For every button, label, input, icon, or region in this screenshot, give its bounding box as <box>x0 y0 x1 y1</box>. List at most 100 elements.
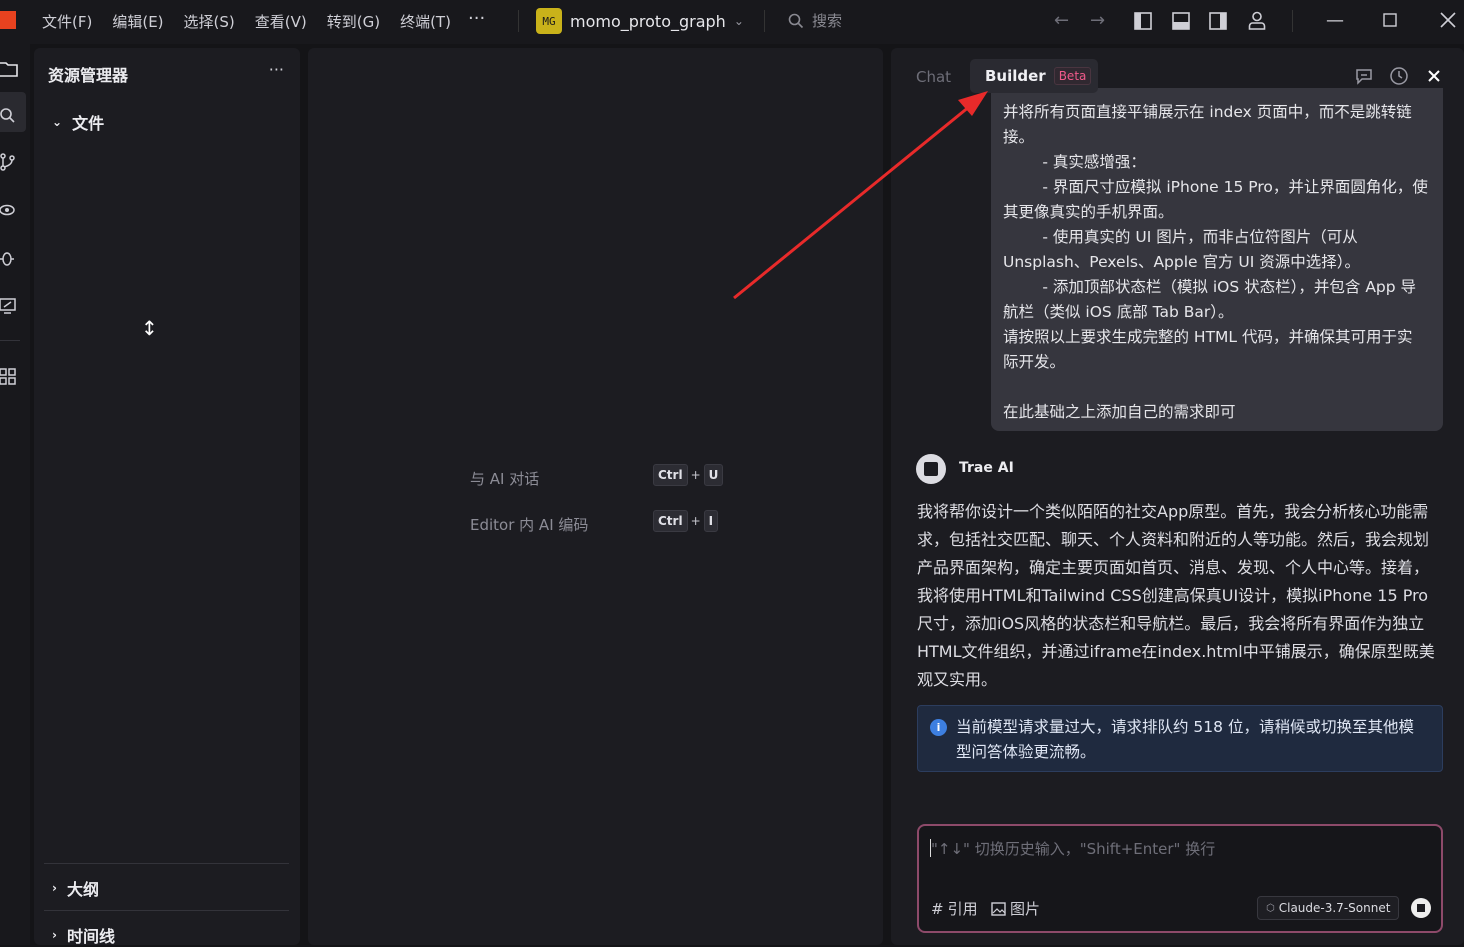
message-line: 航栏（类似 iOS 底部 Tab Bar）。 <box>1003 303 1234 321</box>
explorer-panel: 资源管理器 ··· ⌄ 文件 › 大纲 › 时间线 <box>34 48 300 947</box>
image-label: 图片 <box>1010 900 1041 918</box>
new-chat-icon[interactable] <box>1354 66 1374 86</box>
ai-message-text: 我将帮你设计一个类似陌陌的社交App原型。首先，我会分析核心功能需 求，包括社交匹… <box>917 498 1442 694</box>
notice-line: 型问答体验更流畅。 <box>956 743 1096 761</box>
outline-section-header[interactable]: › 大纲 <box>52 876 99 900</box>
message-line: 我将帮你设计一个类似陌陌的社交App原型。首先，我会分析核心功能需 <box>917 502 1429 521</box>
cite-label: 引用 <box>947 900 978 918</box>
timeline-section-header[interactable]: › 时间线 <box>52 923 115 947</box>
chevron-down-icon: ⌄ <box>52 115 63 129</box>
message-line: - 使用真实的 UI 图片，而非占位符图片（可从 <box>1003 228 1358 246</box>
message-line: 并将所有页面直接平铺展示在 index 页面中，而不是跳转链 <box>1003 103 1412 121</box>
user-message-bubble: 并将所有页面直接平铺展示在 index 页面中，而不是跳转链 接。 - 真实感增强… <box>991 88 1443 431</box>
tab-builder[interactable]: Builder Beta <box>970 59 1098 93</box>
menu-terminal[interactable]: 终端(T) <box>400 11 451 32</box>
message-line <box>1003 375 1431 400</box>
search-icon[interactable] <box>0 106 18 126</box>
close-panel-icon[interactable] <box>1428 70 1440 82</box>
project-switcher[interactable]: MG momo_proto_graph ⌄ <box>536 8 744 34</box>
outline-section-label: 大纲 <box>66 880 99 899</box>
menu-more-icon[interactable]: ··· <box>468 8 485 29</box>
section-divider <box>44 910 289 911</box>
key-ctrl: Ctrl <box>653 510 688 532</box>
forward-arrow-icon[interactable]: → <box>1090 10 1105 31</box>
chat-input-box[interactable]: "↑↓" 切换历史输入，"Shift+Enter" 换行 # 引用 图片 ⬡ C… <box>917 824 1443 933</box>
message-line: 求，包括社交匹配、聊天、个人资料和附近的人等功能。然后，我会规划 <box>917 530 1430 549</box>
info-icon: i <box>930 719 947 736</box>
key-u: U <box>703 464 724 486</box>
menu-goto[interactable]: 转到(G) <box>327 11 380 32</box>
shortcut-ctrl-u: Ctrl + U <box>653 464 724 486</box>
message-line: - 添加顶部状态栏（模拟 iOS 状态栏），并包含 App 导 <box>1003 278 1417 296</box>
search-icon <box>788 13 804 28</box>
queue-notice: i 当前模型请求量过大，请求排队约 518 位，请稍候或切换至其他模 型问答体验… <box>917 705 1443 772</box>
message-line: 产品界面架构，确定主要页面如首页、消息、发现、个人中心等。接着， <box>917 558 1430 577</box>
section-divider <box>44 863 289 864</box>
cite-button[interactable]: # 引用 <box>931 898 978 919</box>
back-arrow-icon[interactable]: ← <box>1054 10 1069 31</box>
menu-selection[interactable]: 选择(S) <box>184 11 235 32</box>
history-icon[interactable] <box>1389 66 1409 86</box>
message-line: - 界面尺寸应模拟 iPhone 15 Pro，并让界面圆角化，使 <box>1003 178 1428 196</box>
toggle-secondary-sidebar-icon[interactable] <box>1209 12 1227 30</box>
account-icon[interactable] <box>1248 11 1266 30</box>
message-line: 其更像真实的手机界面。 <box>1003 203 1174 221</box>
notice-line: 当前模型请求量过大，请求排队约 518 位，请稍候或切换至其他模 <box>956 718 1414 736</box>
chat-input-placeholder[interactable]: "↑↓" 切换历史输入，"Shift+Enter" 换行 <box>931 838 1215 859</box>
stop-button[interactable] <box>1411 898 1431 918</box>
search-label: 搜索 <box>812 12 843 30</box>
debug-bug-icon[interactable] <box>0 248 18 268</box>
image-icon <box>991 901 1006 916</box>
message-line: Unsplash、Pexels、Apple 官方 UI 资源中选择）。 <box>1003 253 1361 271</box>
message-line: 观又实用。 <box>917 670 998 689</box>
model-label: Claude-3.7-Sonnet <box>1278 901 1391 915</box>
message-line: 在此基础之上添加自己的需求即可 <box>1003 403 1236 421</box>
message-line: HTML文件组织，并通过iframe在index.html中平铺展示，确保原型既… <box>917 642 1435 661</box>
divider <box>1292 10 1293 32</box>
hash-icon: # <box>931 899 944 918</box>
close-window-icon[interactable] <box>1440 12 1456 28</box>
key-i: I <box>703 510 719 532</box>
maximize-icon[interactable] <box>1383 13 1397 27</box>
key-plus: + <box>690 514 701 528</box>
divider <box>518 10 519 32</box>
editor-area: 与 AI 对话 Ctrl + U Editor 内 AI 编码 Ctrl + I <box>308 48 883 945</box>
extensions-icon[interactable] <box>0 366 18 386</box>
divider <box>764 10 765 32</box>
tab-builder-label: Builder <box>985 67 1046 85</box>
image-button[interactable]: 图片 <box>991 898 1040 919</box>
minimize-icon[interactable]: — <box>1326 10 1344 31</box>
explorer-title: 资源管理器 <box>48 66 129 85</box>
explorer-more-icon[interactable]: ··· <box>269 60 284 79</box>
stop-icon <box>1417 904 1425 912</box>
tab-chat[interactable]: Chat <box>916 68 951 86</box>
resize-cursor-icon: ↕ <box>141 316 158 340</box>
title-bar: 文件(F) 编辑(E) 选择(S) 查看(V) 转到(G) 终端(T) ··· … <box>0 0 1464 44</box>
message-line: 际开发。 <box>1003 353 1066 371</box>
hint-chat-with-ai: 与 AI 对话 <box>470 470 540 488</box>
menu-view[interactable]: 查看(V) <box>255 11 307 32</box>
files-section-label: 文件 <box>72 114 105 133</box>
key-plus: + <box>690 468 701 482</box>
ai-sender-name: Trae AI <box>959 460 1014 476</box>
watch-eye-icon[interactable] <box>0 200 18 220</box>
beta-badge: Beta <box>1053 67 1092 85</box>
chevron-right-icon: › <box>52 881 57 895</box>
cube-icon: ⬡ <box>1266 902 1275 914</box>
toggle-sidebar-icon[interactable] <box>1134 12 1152 30</box>
toggle-panel-icon[interactable] <box>1172 12 1190 30</box>
menu-file[interactable]: 文件(F) <box>42 11 92 32</box>
key-ctrl: Ctrl <box>653 464 688 486</box>
remote-explorer-icon[interactable] <box>0 296 18 316</box>
explorer-folder-icon[interactable] <box>0 59 18 79</box>
menu-edit[interactable]: 编辑(E) <box>112 11 163 32</box>
message-line: 我将使用HTML和Tailwind CSS创建高保真UI设计，模拟iPhone … <box>917 586 1429 605</box>
search-box[interactable]: 搜索 <box>788 10 842 31</box>
model-selector[interactable]: ⬡ Claude-3.7-Sonnet <box>1257 896 1400 920</box>
message-line: - 真实感增强： <box>1003 153 1146 171</box>
chevron-right-icon: › <box>52 928 57 942</box>
chevron-down-icon: ⌄ <box>733 14 744 28</box>
trae-ai-avatar <box>916 454 946 484</box>
files-section-header[interactable]: ⌄ 文件 <box>52 110 104 134</box>
source-control-icon[interactable] <box>0 152 18 172</box>
